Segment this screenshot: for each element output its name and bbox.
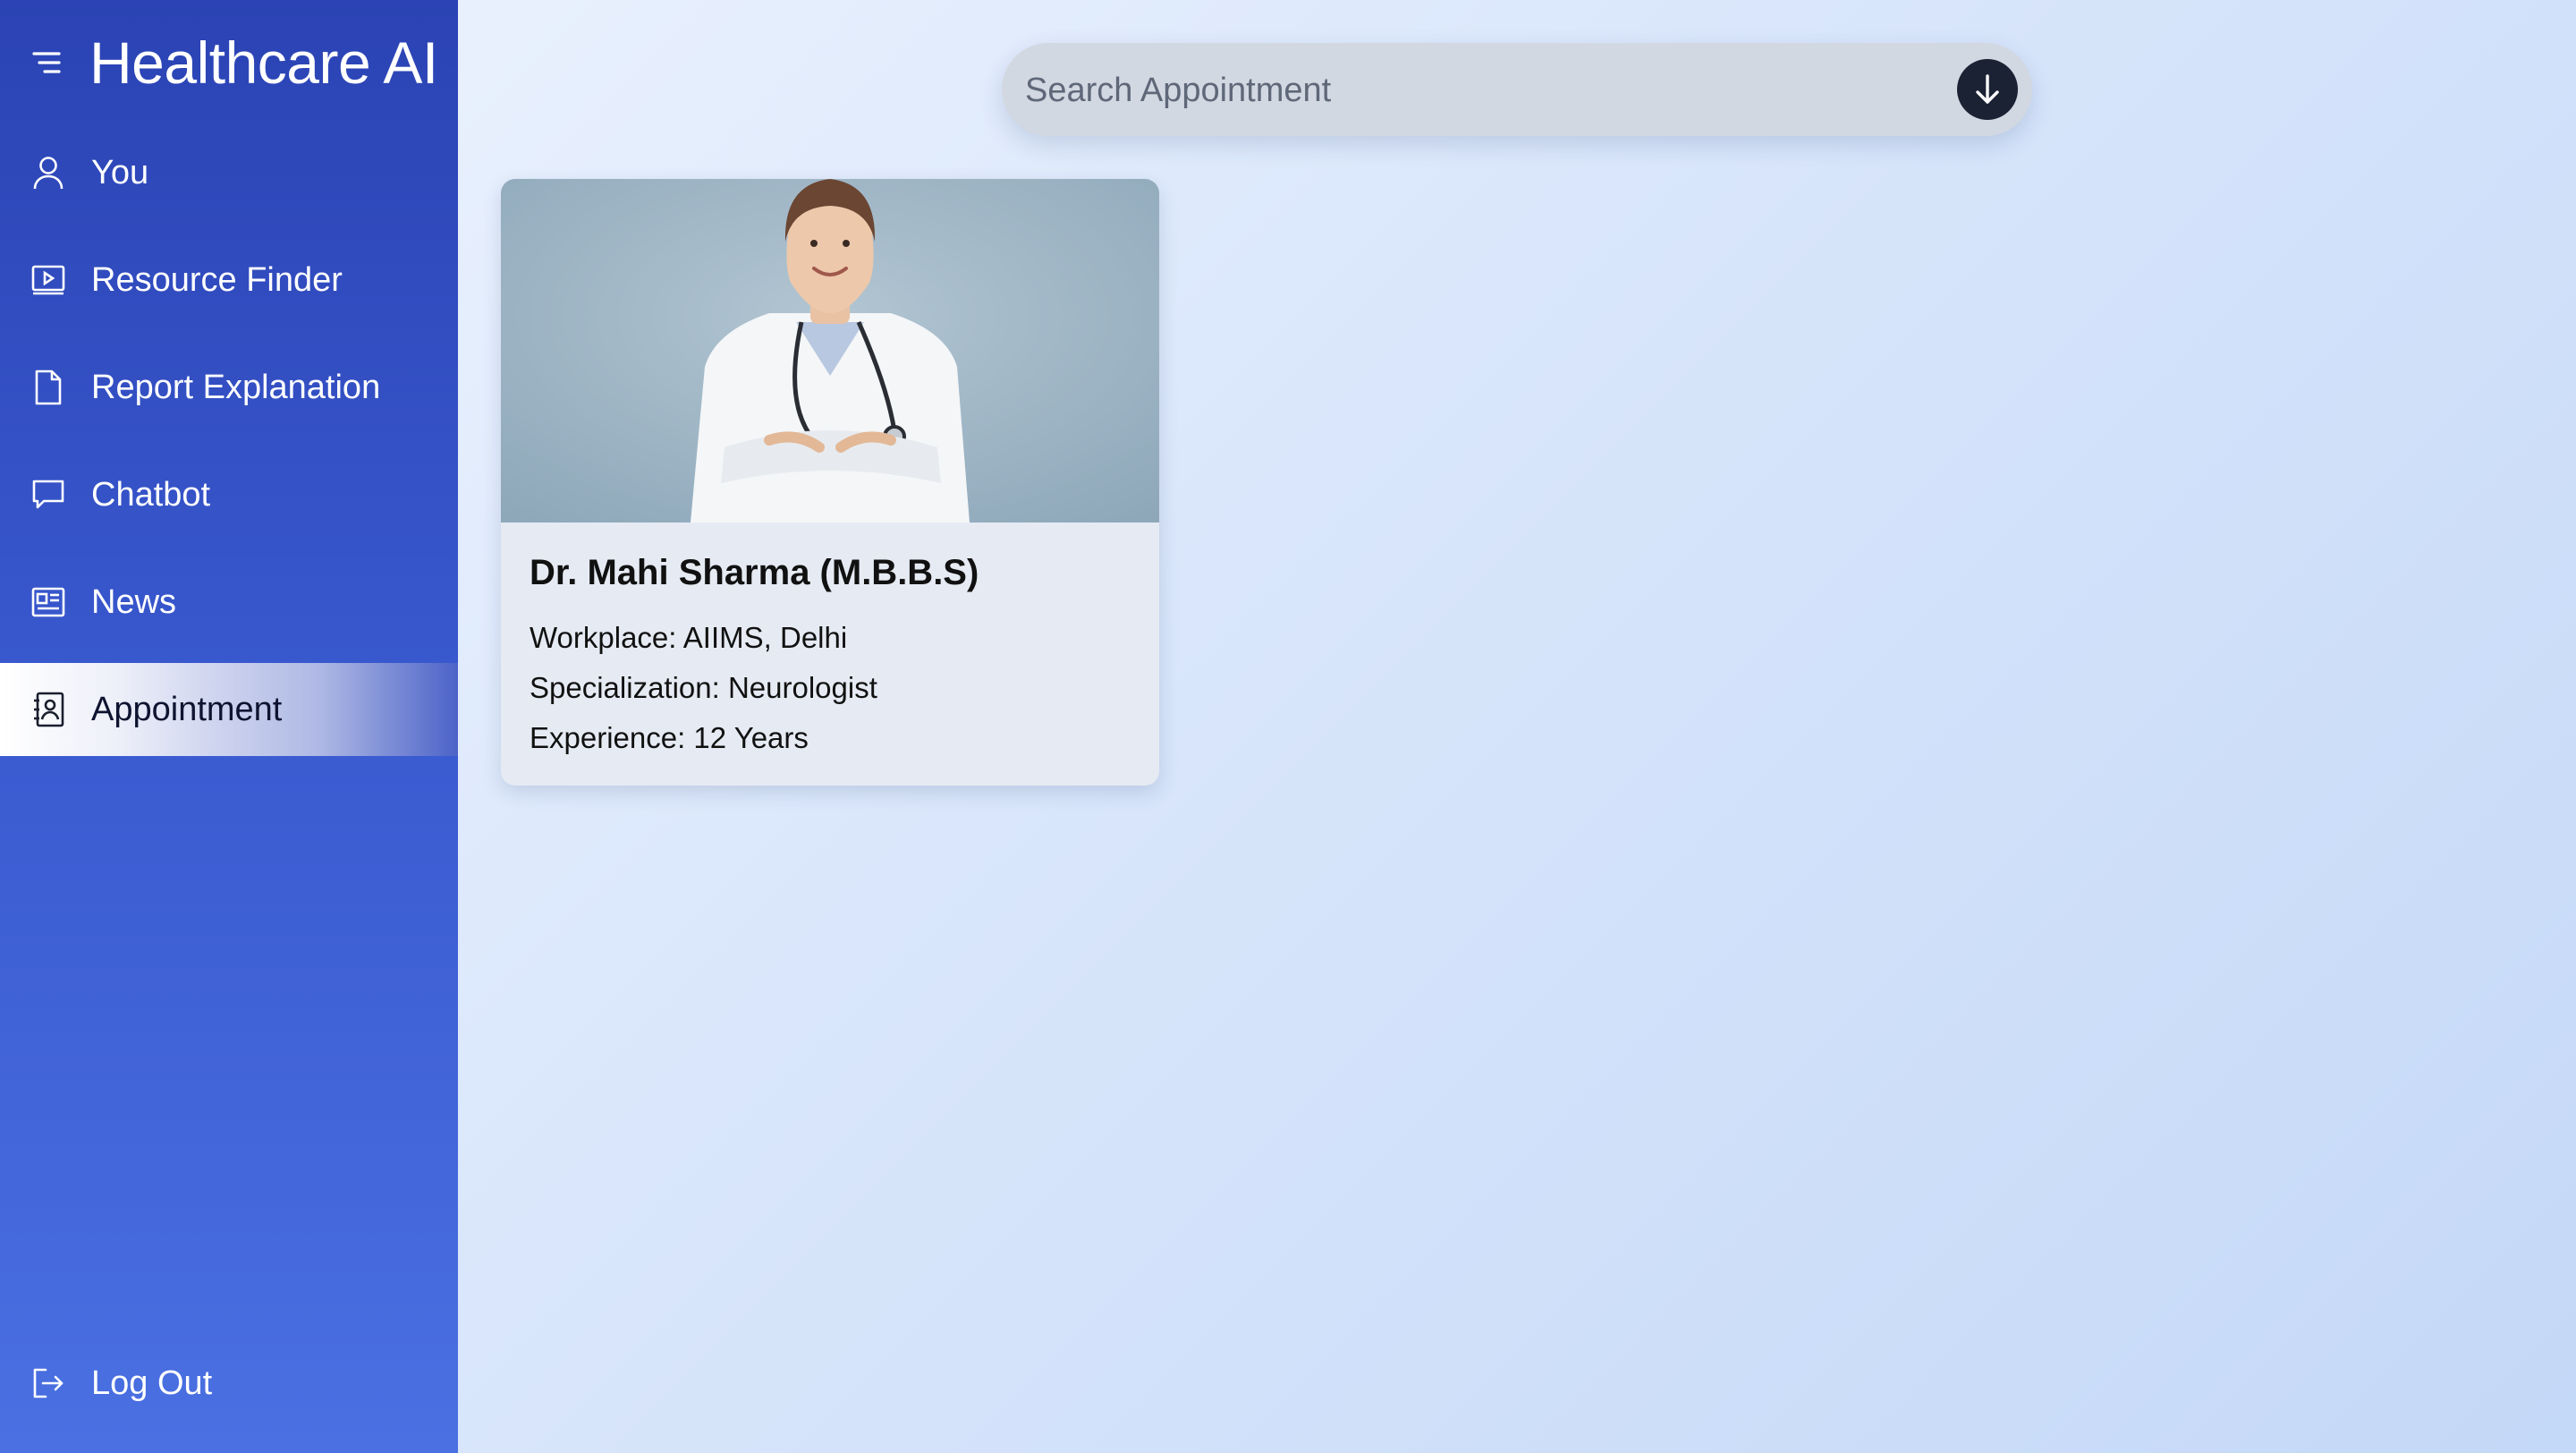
document-icon: [30, 370, 66, 405]
doctor-card[interactable]: Dr. Mahi Sharma (M.B.B.S) Workplace: AII…: [501, 179, 1159, 786]
logout-label: Log Out: [91, 1364, 213, 1402]
sidebar-item-label: News: [91, 582, 177, 621]
video-screen-icon: [30, 262, 66, 298]
brand-header: Healthcare AI: [30, 29, 438, 97]
sidebar-item-label: You: [91, 153, 149, 191]
user-icon: [30, 155, 66, 191]
sidebar: Healthcare AI You Resource Finder Report…: [0, 0, 458, 1453]
doctor-experience: Experience: 12 Years: [530, 721, 809, 754]
search-input[interactable]: [1023, 43, 1921, 138]
sidebar-item-you[interactable]: You: [0, 126, 458, 219]
app-title: Healthcare AI: [89, 30, 438, 96]
doctor-workplace: Workplace: AIIMS, Delhi: [530, 621, 848, 654]
sidebar-item-label: Report Explanation: [91, 368, 381, 406]
sidebar-item-news[interactable]: News: [0, 556, 458, 649]
menu-icon[interactable]: [30, 45, 66, 81]
search-submit-button[interactable]: [1957, 59, 2018, 120]
sidebar-item-label: Appointment: [91, 690, 283, 728]
doctor-specialization: Specialization: Neurologist: [530, 671, 877, 704]
search-bar: [1002, 43, 2032, 138]
logout-button[interactable]: Log Out: [0, 1337, 458, 1430]
chat-bubble-icon: [30, 477, 66, 513]
sidebar-item-label: Chatbot: [91, 475, 211, 514]
sidebar-item-label: Resource Finder: [91, 260, 343, 299]
doctor-photo: [501, 179, 1159, 523]
arrow-down-icon: [1971, 72, 2004, 107]
newspaper-icon: [30, 584, 66, 620]
contact-book-icon: [30, 692, 66, 727]
sidebar-item-resource-finder[interactable]: Resource Finder: [0, 234, 458, 327]
doctor-name: Dr. Mahi Sharma (M.B.B.S): [530, 553, 979, 592]
sidebar-item-appointment[interactable]: Appointment: [0, 663, 458, 756]
logout-icon: [30, 1365, 66, 1401]
sidebar-item-report-explanation[interactable]: Report Explanation: [0, 341, 458, 434]
sidebar-item-chatbot[interactable]: Chatbot: [0, 448, 458, 541]
